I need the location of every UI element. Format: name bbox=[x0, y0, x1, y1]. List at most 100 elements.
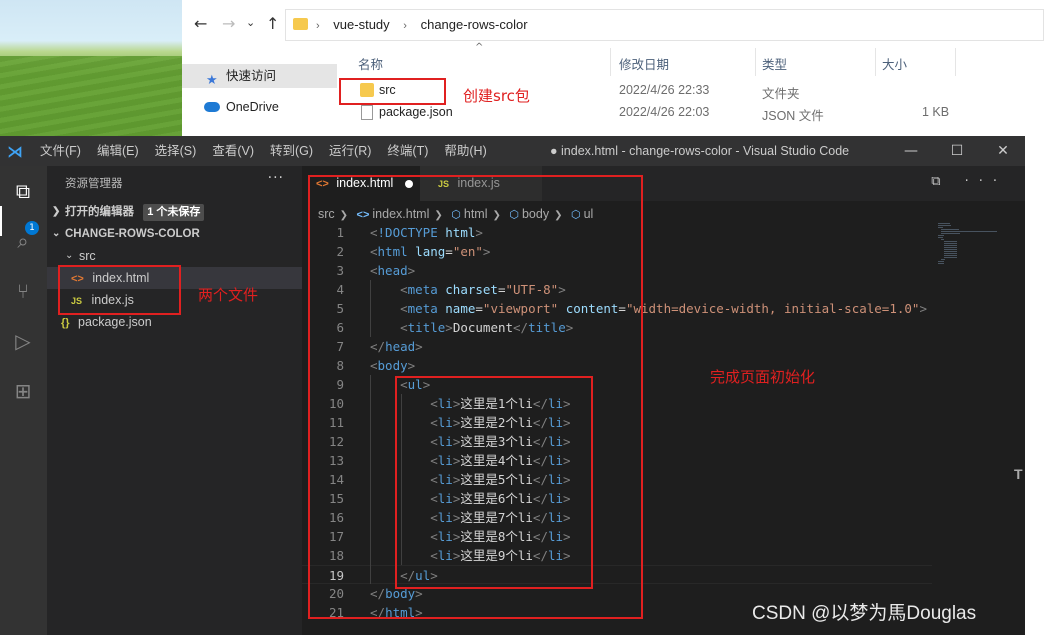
run-debug-icon[interactable]: ▷ bbox=[10, 328, 36, 354]
line-number: 18 bbox=[328, 548, 344, 563]
code-text: <head> bbox=[370, 263, 416, 278]
tree-file-package-json[interactable]: {} package.json bbox=[47, 311, 302, 333]
extensions-icon[interactable]: ⊞ bbox=[10, 378, 36, 404]
menu-bar: 文件(F) 编辑(E) 选择(S) 查看(V) 转到(G) 运行(R) 终端(T… bbox=[40, 136, 503, 166]
split-editor-more-icons[interactable]: ⧉ ··· bbox=[931, 174, 1007, 189]
indent-guide bbox=[370, 280, 371, 337]
tab-index-js[interactable]: JS index.js bbox=[420, 166, 542, 201]
folder-icon bbox=[360, 83, 374, 97]
nav-item-onedrive[interactable]: OneDrive bbox=[182, 95, 337, 119]
line-number: 7 bbox=[336, 339, 344, 354]
minimize-button[interactable]: — bbox=[888, 136, 934, 166]
minimap-line bbox=[944, 253, 958, 254]
column-divider[interactable] bbox=[610, 48, 611, 76]
line-number: 11 bbox=[328, 415, 344, 430]
code-line[interactable]: 16 <li>这里是7个li</li> bbox=[302, 508, 932, 527]
code-line[interactable]: 8 <body> bbox=[302, 356, 932, 375]
menu-file[interactable]: 文件(F) bbox=[40, 136, 89, 166]
code-text: </ul> bbox=[400, 568, 438, 583]
element-cube-icon: ⬡ bbox=[451, 209, 461, 221]
tree-file-index-js[interactable]: JS index.js bbox=[47, 289, 302, 311]
menu-run[interactable]: 运行(R) bbox=[329, 136, 379, 166]
open-editors-section[interactable]: ❯ 打开的编辑器 1 个未保存 bbox=[47, 201, 302, 223]
tab-index-html[interactable]: <> index.html bbox=[302, 166, 420, 201]
code-line[interactable]: 11 <li>这里是2个li</li> bbox=[302, 413, 932, 432]
code-line[interactable]: 5 <meta name="viewport" content="width=d… bbox=[302, 299, 932, 318]
code-line[interactable]: 7 </head> bbox=[302, 337, 932, 356]
code-editor[interactable]: 1 <!DOCTYPE html> 2 <html lang="en"> 3 <head>… bbox=[302, 223, 932, 635]
unsaved-dot-icon[interactable] bbox=[404, 179, 413, 188]
cloud-icon bbox=[204, 102, 220, 112]
code-line[interactable]: 9 <ul> bbox=[302, 375, 932, 394]
menu-edit[interactable]: 编辑(E) bbox=[97, 136, 147, 166]
breadcrumb-src[interactable]: src bbox=[318, 207, 335, 221]
file-type: JSON 文件 bbox=[762, 109, 824, 123]
up-arrow-icon[interactable]: ↑ bbox=[266, 14, 279, 33]
search-icon[interactable]: ⌕ bbox=[10, 228, 36, 254]
file-row-package-json[interactable]: package.json 2022/4/26 22:03 JSON 文件 1 K… bbox=[337, 102, 1044, 124]
menu-go[interactable]: 转到(G) bbox=[270, 136, 321, 166]
column-header-type[interactable]: 类型 bbox=[762, 54, 787, 73]
js-file-icon: JS bbox=[438, 179, 450, 189]
column-divider[interactable] bbox=[875, 48, 876, 76]
explorer-nav-pane: ★ 快速访问 OneDrive bbox=[182, 48, 337, 136]
column-header-date[interactable]: 修改日期 bbox=[619, 54, 669, 73]
tree-file-index-html[interactable]: <> index.html bbox=[47, 267, 302, 289]
line-number: 4 bbox=[336, 282, 344, 297]
column-divider[interactable] bbox=[955, 48, 956, 76]
code-line[interactable]: 13 <li>这里是4个li</li> bbox=[302, 451, 932, 470]
code-line[interactable]: 17 <li>这里是8个li</li> bbox=[302, 527, 932, 546]
vscode-window: ⋊ 文件(F) 编辑(E) 选择(S) 查看(V) 转到(G) 运行(R) 终端… bbox=[0, 136, 1025, 635]
maximize-button[interactable]: ☐ bbox=[934, 136, 980, 166]
nav-item-quick-access[interactable]: ★ 快速访问 bbox=[182, 64, 337, 88]
address-crumb-change-rows-color[interactable]: change-rows-color bbox=[421, 17, 528, 32]
minimap[interactable] bbox=[938, 223, 1018, 323]
code-line[interactable]: 4 <meta charset="UTF-8"> bbox=[302, 280, 932, 299]
code-line[interactable]: 1 <!DOCTYPE html> bbox=[302, 223, 932, 242]
chevron-down-icon: ⌄ bbox=[52, 228, 61, 239]
code-line[interactable]: 19 </ul> bbox=[302, 565, 932, 584]
indent-guide bbox=[370, 375, 371, 584]
line-number: 6 bbox=[336, 320, 344, 335]
code-line[interactable]: 15 <li>这里是6个li</li> bbox=[302, 489, 932, 508]
back-arrow-icon[interactable]: ← bbox=[194, 14, 207, 33]
minimap-line bbox=[941, 259, 946, 260]
file-size: 1 KB bbox=[922, 105, 950, 119]
code-line[interactable]: 10 <li>这里是1个li</li> bbox=[302, 394, 932, 413]
code-line[interactable]: 14 <li>这里是5个li</li> bbox=[302, 470, 932, 489]
scroll-marker[interactable]: T bbox=[1014, 466, 1024, 486]
close-button[interactable]: ✕ bbox=[980, 136, 1025, 166]
file-row-src[interactable]: src 2022/4/26 22:33 文件夹 bbox=[337, 80, 1044, 102]
forward-arrow-icon[interactable]: → bbox=[222, 14, 235, 33]
menu-selection[interactable]: 选择(S) bbox=[155, 136, 205, 166]
column-divider[interactable] bbox=[755, 48, 756, 76]
breadcrumb-html[interactable]: html bbox=[464, 207, 488, 221]
menu-view[interactable]: 查看(V) bbox=[212, 136, 262, 166]
code-line[interactable]: 6 <title>Document</title> bbox=[302, 318, 932, 337]
more-actions-icon[interactable]: ··· bbox=[268, 170, 284, 186]
breadcrumb: src ❯ <> index.html ❯ ⬡ html ❯ ⬡ body ❯ ⬡ ul bbox=[318, 207, 594, 221]
file-date: 2022/4/26 22:03 bbox=[619, 105, 710, 119]
menu-help[interactable]: 帮助(H) bbox=[444, 136, 494, 166]
minimap-line bbox=[938, 225, 951, 226]
menu-terminal[interactable]: 终端(T) bbox=[387, 136, 436, 166]
project-folder-section[interactable]: ⌄ CHANGE-ROWS-COLOR bbox=[47, 223, 302, 245]
code-line[interactable]: 18 <li>这里是9个li</li> bbox=[302, 546, 932, 565]
column-header-size[interactable]: 大小 bbox=[882, 54, 907, 73]
tree-folder-src[interactable]: ⌄ src bbox=[47, 245, 302, 267]
breadcrumb-body[interactable]: body bbox=[522, 207, 549, 221]
code-line[interactable]: 3 <head> bbox=[302, 261, 932, 280]
source-control-icon[interactable]: ⑂ bbox=[10, 278, 36, 304]
column-header-name[interactable]: 名称 bbox=[358, 54, 383, 73]
code-line[interactable]: 2 <html lang="en"> bbox=[302, 242, 932, 261]
html-file-icon: <> bbox=[71, 273, 84, 285]
breadcrumb-ul[interactable]: ul bbox=[584, 207, 594, 221]
explorer-files-icon[interactable]: ⧉ bbox=[10, 178, 36, 204]
breadcrumb-file[interactable]: index.html bbox=[372, 207, 429, 221]
address-bar[interactable]: › vue-study › change-rows-color bbox=[285, 9, 1044, 41]
address-crumb-vue-study[interactable]: vue-study bbox=[333, 17, 389, 32]
code-line[interactable]: 12 <li>这里是3个li</li> bbox=[302, 432, 932, 451]
explorer-sidebar: 资源管理器 ··· ❯ 打开的编辑器 1 个未保存 ⌄ CHANGE-ROWS-… bbox=[47, 166, 302, 635]
recent-dropdown-icon[interactable]: ⌄ bbox=[246, 16, 255, 29]
line-number: 2 bbox=[336, 244, 344, 259]
